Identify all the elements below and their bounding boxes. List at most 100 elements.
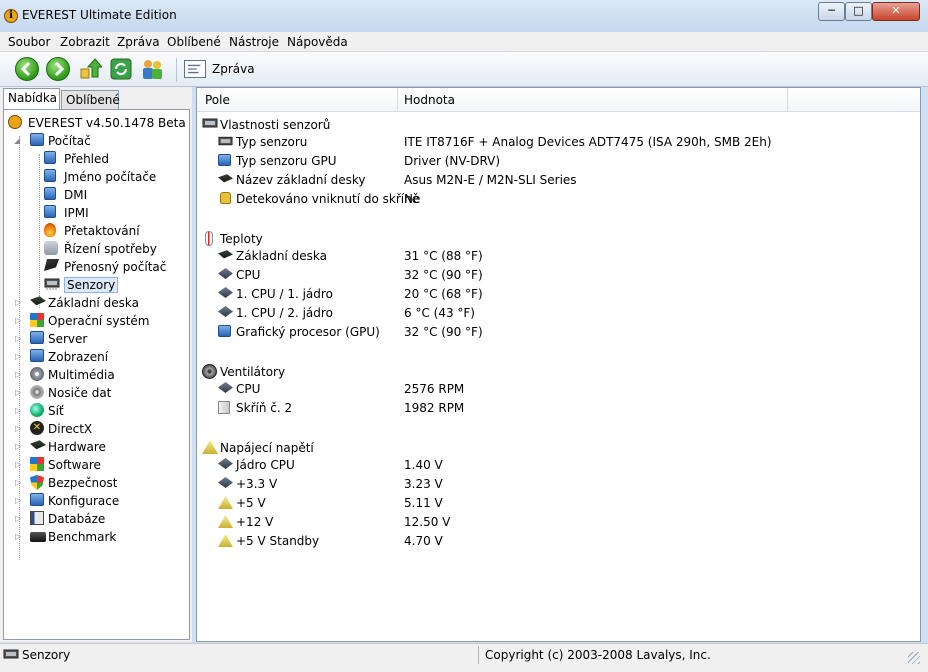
power-management-icon [44, 241, 58, 255]
minimize-button[interactable]: ─ [818, 2, 845, 21]
field-value: 31 °C (88 °F) [404, 249, 483, 263]
expand-icon[interactable]: ▷ [15, 424, 24, 433]
multimedia-icon [30, 367, 44, 381]
tree-item-label: DMI [64, 188, 88, 202]
column-header-field[interactable]: Pole [205, 93, 230, 107]
cpu-icon [218, 268, 233, 279]
case-icon [218, 401, 230, 414]
expand-icon[interactable]: ▷ [15, 532, 24, 541]
column-header-value[interactable]: Hodnota [404, 93, 455, 107]
status-bar: Senzory Copyright (c) 2003-2008 Lavalys,… [0, 643, 928, 672]
refresh-icon[interactable] [109, 57, 133, 81]
sensor-icon [3, 649, 19, 661]
expand-icon[interactable]: ▷ [15, 442, 24, 451]
forward-icon[interactable] [46, 57, 70, 81]
tree-item-label: Počítač [48, 134, 91, 148]
field-name: Název základní desky [236, 173, 366, 187]
field-name: +12 V [236, 515, 274, 529]
tree-item-label: DirectX [48, 422, 93, 436]
collapse-icon[interactable]: ◢ [14, 136, 23, 145]
expand-icon[interactable]: ▷ [15, 316, 24, 325]
field-value: 12.50 V [404, 515, 451, 529]
field-name: Detekováno vniknutí do skříně [236, 192, 420, 206]
expand-icon[interactable]: ▷ [15, 478, 24, 487]
left-panel: Nabídka Oblíbené EVEREST v4.50.1478 Beta… [0, 87, 192, 642]
field-value: 6 °C (43 °F) [404, 306, 475, 320]
field-name: Grafický procesor (GPU) [236, 325, 380, 339]
field-name: 1. CPU / 1. jádro [236, 287, 333, 301]
field-value: 1982 RPM [404, 401, 465, 415]
tree-item-label: Zobrazení [48, 350, 109, 364]
expand-icon[interactable]: ▷ [15, 334, 24, 343]
tree-item-label: Nosiče dat [48, 386, 112, 400]
tree-item-label: Multimédia [48, 368, 115, 382]
field-value: 32 °C (90 °F) [404, 325, 483, 339]
voltage-icon [202, 440, 218, 454]
tree-item-label: Senzory [64, 277, 119, 293]
menu-napoveda[interactable]: Nápověda [287, 35, 348, 49]
expand-icon[interactable]: ▷ [15, 388, 24, 397]
section-title: Ventilátory [220, 365, 286, 379]
shield-icon [30, 475, 44, 490]
tab-oblibene[interactable]: Oblíbené [61, 90, 120, 109]
back-icon[interactable] [15, 57, 39, 81]
menu-zobrazit[interactable]: Zobrazit [60, 35, 110, 49]
resize-grip[interactable] [908, 652, 920, 664]
tree-item-label: Přehled [64, 152, 110, 166]
maximize-button[interactable]: □ [845, 2, 872, 21]
menu-soubor[interactable]: Soubor [8, 35, 50, 49]
sensor-icon [44, 277, 60, 290]
section-title: Napájecí napětí [220, 441, 314, 455]
cpu-icon [218, 477, 233, 488]
ipmi-icon [44, 205, 56, 218]
close-button[interactable]: ✕ [872, 2, 920, 21]
menu-zprava[interactable]: Zpráva [117, 35, 160, 49]
monitor-icon [218, 154, 231, 166]
everest-icon [8, 115, 22, 129]
tree-item-label: Software [48, 458, 101, 472]
expand-icon[interactable]: ▷ [15, 514, 24, 523]
expand-icon[interactable]: ▷ [15, 298, 24, 307]
expand-icon[interactable]: ▷ [15, 496, 24, 505]
field-value: 32 °C (90 °F) [404, 268, 483, 282]
expand-icon[interactable]: ▷ [15, 352, 24, 361]
menu-nastroje[interactable]: Nástroje [229, 35, 279, 49]
expand-icon[interactable]: ▷ [15, 406, 24, 415]
status-copyright: Copyright (c) 2003-2008 Lavalys, Inc. [485, 648, 711, 662]
users-icon[interactable] [140, 57, 164, 81]
expand-icon[interactable]: ▷ [15, 370, 24, 379]
column-divider[interactable] [787, 88, 788, 111]
field-name: CPU [236, 382, 261, 396]
tree-item-label: Server [48, 332, 88, 346]
expand-icon[interactable]: ▷ [15, 460, 24, 469]
field-name: 1. CPU / 2. jádro [236, 306, 333, 320]
cpu-icon [218, 382, 233, 393]
laptop-icon [44, 259, 59, 271]
column-divider[interactable] [397, 88, 398, 111]
software-icon [30, 457, 44, 471]
tab-nabidka[interactable]: Nabídka [3, 88, 60, 110]
menu-bar: Soubor Zobrazit Zpráva Oblíbené Nástroje… [0, 32, 928, 52]
sensor-icon [218, 135, 233, 150]
field-value: ITE IT8716F + Analog Devices ADT7475 (IS… [404, 135, 772, 149]
benchmark-icon [30, 532, 46, 542]
database-icon [30, 511, 44, 525]
up-icon[interactable] [78, 57, 104, 81]
overview-icon [44, 151, 56, 164]
field-value: 4.70 V [404, 534, 443, 548]
display-icon [30, 349, 44, 362]
report-label: Zpráva [212, 62, 255, 76]
window-title: EVEREST Ultimate Edition [22, 8, 177, 22]
details-panel: Pole Hodnota Vlastnosti senzorů Typ senz… [196, 87, 921, 642]
field-name: +5 V [236, 496, 266, 510]
menu-oblibene[interactable]: Oblíbené [167, 35, 221, 49]
toolbar-separator [176, 58, 177, 82]
directx-icon: ✕ [30, 421, 44, 435]
field-name: Jádro CPU [236, 458, 295, 472]
fan-icon [202, 364, 217, 379]
cpu-icon [218, 306, 233, 317]
field-value: 5.11 V [404, 496, 443, 510]
field-name: Skříň č. 2 [236, 401, 293, 415]
status-divider [478, 646, 479, 664]
tree-item-label: Operační systém [48, 314, 150, 328]
